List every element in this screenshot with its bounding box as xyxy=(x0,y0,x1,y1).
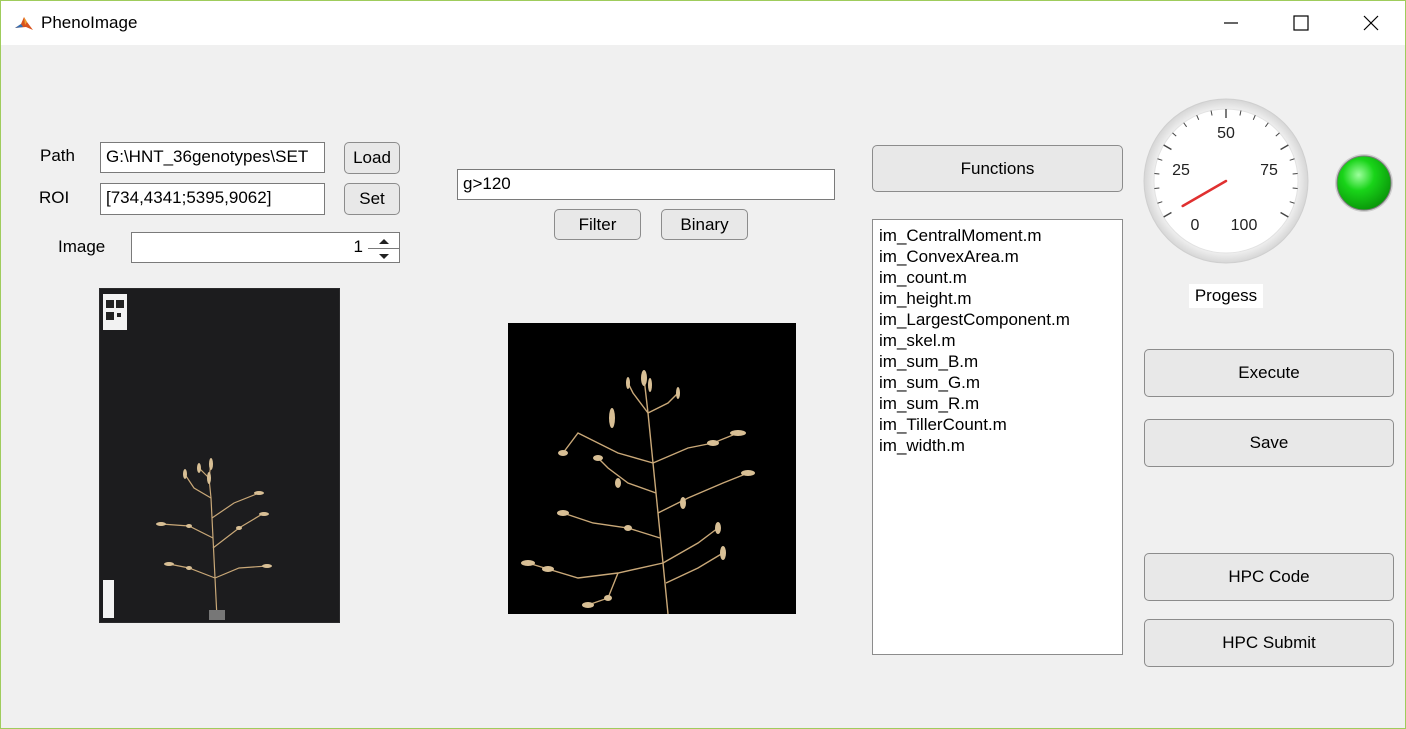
title-bar: PhenoImage xyxy=(1,1,1405,45)
minimize-button[interactable] xyxy=(1196,1,1266,45)
filtered-image xyxy=(508,323,796,614)
list-item[interactable]: im_ConvexArea.m xyxy=(879,246,1122,267)
gauge-tick-label-25: 25 xyxy=(1172,162,1190,179)
hpc-code-button[interactable]: HPC Code xyxy=(1144,553,1394,601)
functions-button[interactable]: Functions xyxy=(872,145,1123,192)
list-item[interactable]: im_sum_B.m xyxy=(879,351,1122,372)
execute-button[interactable]: Execute xyxy=(1144,349,1394,397)
list-item[interactable]: im_skel.m xyxy=(879,330,1122,351)
minimize-icon xyxy=(1224,22,1238,24)
arrow-down-icon xyxy=(378,253,389,259)
list-item[interactable]: im_LargestComponent.m xyxy=(879,309,1122,330)
gauge-tick-label-0: 0 xyxy=(1191,217,1200,234)
image-number-input[interactable]: 1 xyxy=(131,232,369,263)
window-title: PhenoImage xyxy=(41,13,138,32)
filter-button[interactable]: Filter xyxy=(554,209,641,240)
status-lamp xyxy=(1335,154,1393,212)
path-input[interactable]: G:\HNT_36genotypes\SET xyxy=(100,142,325,173)
binary-button[interactable]: Binary xyxy=(661,209,748,240)
close-button[interactable] xyxy=(1336,1,1406,45)
list-item[interactable]: im_width.m xyxy=(879,435,1122,456)
list-item[interactable]: im_sum_G.m xyxy=(879,372,1122,393)
app-window: PhenoImage Path G:\HNT_36genotypes\SET L… xyxy=(0,0,1406,729)
maximize-icon xyxy=(1293,15,1309,31)
gauge-tick xyxy=(1154,172,1160,175)
image-label: Image xyxy=(58,237,106,256)
original-image xyxy=(99,288,340,623)
matlab-logo-icon xyxy=(13,13,35,35)
maximize-button[interactable] xyxy=(1266,1,1336,45)
spinner-up-button[interactable] xyxy=(368,233,399,249)
gauge-tick-label-75: 75 xyxy=(1260,162,1278,179)
set-button[interactable]: Set xyxy=(344,183,400,215)
spinner-down-button[interactable] xyxy=(368,249,399,264)
image-spinner[interactable] xyxy=(368,232,400,263)
progress-gauge: 0 25 50 75 100 xyxy=(1143,98,1309,264)
list-item[interactable]: im_count.m xyxy=(879,267,1122,288)
list-item[interactable]: im_CentralMoment.m xyxy=(879,225,1122,246)
gauge-tick xyxy=(1292,187,1298,190)
progress-label: Progess xyxy=(1189,284,1263,308)
roi-input[interactable]: [734,4341;5395,9062] xyxy=(100,183,325,215)
close-icon xyxy=(1363,15,1379,31)
list-item[interactable]: im_TillerCount.m xyxy=(879,414,1122,435)
save-button[interactable]: Save xyxy=(1144,419,1394,467)
gauge-tick-label-100: 100 xyxy=(1231,217,1258,234)
hpc-submit-button[interactable]: HPC Submit xyxy=(1144,619,1394,667)
roi-label: ROI xyxy=(39,188,70,207)
gauge-tick-label-50: 50 xyxy=(1217,125,1235,142)
path-label: Path xyxy=(40,146,75,165)
load-button[interactable]: Load xyxy=(344,142,400,174)
list-item[interactable]: im_height.m xyxy=(879,288,1122,309)
gauge-tick xyxy=(1292,172,1298,175)
gauge-tick xyxy=(1154,187,1160,190)
list-item[interactable]: im_sum_R.m xyxy=(879,393,1122,414)
filter-expression-input[interactable]: g>120 xyxy=(457,169,835,200)
functions-list[interactable]: im_CentralMoment.m im_ConvexArea.m im_co… xyxy=(872,219,1123,655)
arrow-up-icon xyxy=(378,238,389,244)
